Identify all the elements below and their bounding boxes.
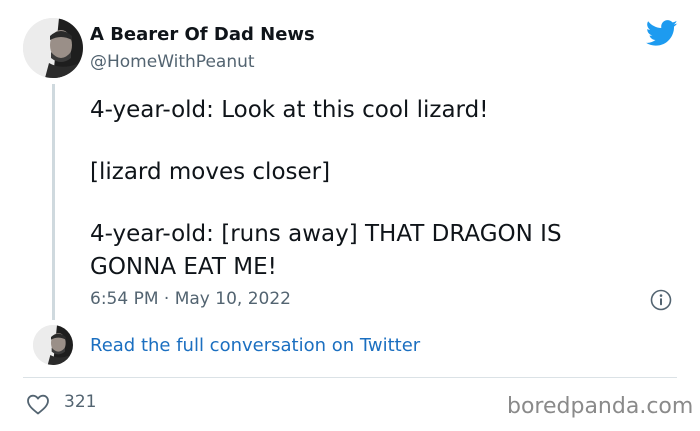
tweet-text-line: [lizard moves closer] bbox=[90, 159, 331, 185]
tweet-text-line: 4-year-old: [runs away] THAT DRAGON IS bbox=[90, 221, 562, 247]
twitter-bird-icon[interactable] bbox=[646, 20, 678, 47]
read-full-conversation-link[interactable]: Read the full conversation on Twitter bbox=[90, 335, 420, 356]
heart-icon[interactable] bbox=[26, 393, 50, 415]
author-avatar[interactable] bbox=[23, 18, 83, 78]
info-icon[interactable] bbox=[650, 289, 672, 311]
like-count: 321 bbox=[64, 392, 97, 412]
author-handle[interactable]: @HomeWithPeanut bbox=[90, 52, 255, 72]
divider bbox=[23, 377, 677, 378]
author-photo bbox=[33, 325, 73, 365]
tweet-timestamp[interactable]: 6:54 PM · May 10, 2022 bbox=[90, 289, 291, 309]
reply-avatar[interactable] bbox=[33, 325, 73, 365]
author-name[interactable]: A Bearer Of Dad News bbox=[90, 24, 315, 45]
thread-connector-line bbox=[52, 84, 55, 320]
watermark: boredpanda.com bbox=[507, 394, 694, 419]
tweet-text-line: GONNA EAT ME! bbox=[90, 254, 277, 280]
author-photo bbox=[23, 18, 83, 78]
tweet-text-line: 4-year-old: Look at this cool lizard! bbox=[90, 97, 489, 123]
